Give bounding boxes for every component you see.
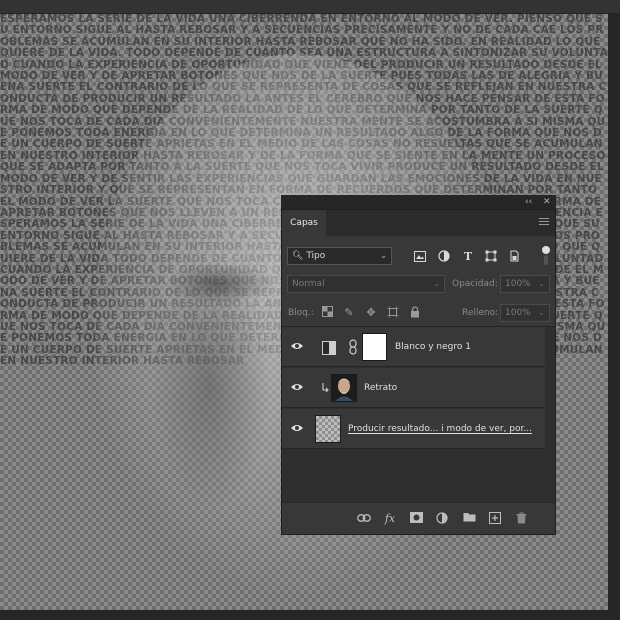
clipping-mask-icon xyxy=(320,380,330,394)
chevron-down-icon: ⌄ xyxy=(433,279,440,288)
panel-header: Capas xyxy=(282,210,555,236)
panel-footer: fx xyxy=(282,502,555,534)
layer-row-blanco-y-negro[interactable]: Blanco y negro 1 xyxy=(282,327,555,367)
layer-name[interactable]: Blanco y negro 1 xyxy=(395,341,471,353)
panel-menu-icon[interactable] xyxy=(539,218,549,227)
layer-mask-thumbnail[interactable] xyxy=(362,333,387,361)
layer-style-icon[interactable]: fx xyxy=(383,512,397,526)
tab-capas[interactable]: Capas xyxy=(282,210,326,236)
close-panel-icon[interactable]: ✕ xyxy=(543,195,551,209)
layers-list: Blanco y negro 1 Retrato Producir result… xyxy=(282,326,555,503)
new-group-icon[interactable] xyxy=(462,512,476,526)
lock-position-icon[interactable]: ✥ xyxy=(364,306,378,320)
layers-scrollbar[interactable] xyxy=(545,327,555,503)
fill-label: Relleno: xyxy=(462,308,499,318)
opacity-field[interactable]: 100% ⌄ xyxy=(500,275,550,293)
adjustment-filter-icon[interactable] xyxy=(436,248,452,264)
portrait-eye-shadow xyxy=(165,264,275,304)
opacity-value: 100% xyxy=(505,279,531,289)
smart-object-filter-icon[interactable] xyxy=(506,248,522,264)
fill-field[interactable]: 100% ⌄ xyxy=(500,304,550,322)
delete-layer-icon[interactable] xyxy=(514,512,528,526)
image-filter-icon[interactable] xyxy=(412,248,428,264)
search-icon: 🔍︎ xyxy=(292,251,304,261)
link-layers-icon[interactable] xyxy=(357,512,371,526)
opacity-label: Opacidad: xyxy=(452,279,498,289)
bw-adjustment-icon xyxy=(322,340,336,355)
layer-filter-value: Tipo xyxy=(306,251,326,261)
text-layer-thumbnail[interactable] xyxy=(315,415,341,443)
panel-dock-strip: ‹‹ ✕ xyxy=(281,195,556,209)
filter-toggle[interactable] xyxy=(541,246,550,266)
lock-label: Bloq.: xyxy=(288,308,314,318)
layer-name[interactable]: Retrato xyxy=(364,382,397,394)
new-layer-icon[interactable] xyxy=(488,512,502,526)
visibility-eye-icon[interactable] xyxy=(290,382,304,392)
portrait-thumbnail[interactable] xyxy=(331,374,357,402)
new-adjustment-icon[interactable] xyxy=(435,512,449,526)
add-mask-icon[interactable] xyxy=(409,512,423,526)
fill-value: 100% xyxy=(505,308,531,318)
chevron-down-icon: ⌄ xyxy=(380,251,387,260)
type-filter-icon[interactable]: T xyxy=(460,248,476,264)
blend-mode-dropdown[interactable]: Normal ⌄ xyxy=(287,275,445,293)
layers-panel: Capas 🔍︎ Tipo ⌄ T Normal ⌄ Opacidad: 100… xyxy=(281,209,556,535)
layer-row-retrato[interactable]: Retrato xyxy=(282,368,555,408)
chevron-down-icon: ⌄ xyxy=(538,308,545,317)
mask-link-icon[interactable] xyxy=(348,339,358,355)
layer-row-texto[interactable]: Producir resultado... i modo de ver, por… xyxy=(282,409,555,449)
layer-name[interactable]: Producir resultado... i modo de ver, por… xyxy=(348,423,532,435)
layer-filter-dropdown[interactable]: 🔍︎ Tipo ⌄ xyxy=(287,247,392,265)
visibility-eye-icon[interactable] xyxy=(290,341,304,351)
shape-filter-icon[interactable] xyxy=(483,248,499,264)
lock-all-icon[interactable] xyxy=(408,306,422,320)
collapse-panel-icon[interactable]: ‹‹ xyxy=(525,195,532,209)
lock-pixels-icon[interactable]: ✎ xyxy=(342,306,356,320)
lock-artboard-icon[interactable] xyxy=(386,306,400,320)
visibility-eye-icon[interactable] xyxy=(290,423,304,433)
blend-mode-value: Normal xyxy=(292,279,325,289)
app-top-bar xyxy=(0,0,620,14)
lock-transparency-icon[interactable] xyxy=(320,306,334,320)
chevron-down-icon: ⌄ xyxy=(538,279,545,288)
